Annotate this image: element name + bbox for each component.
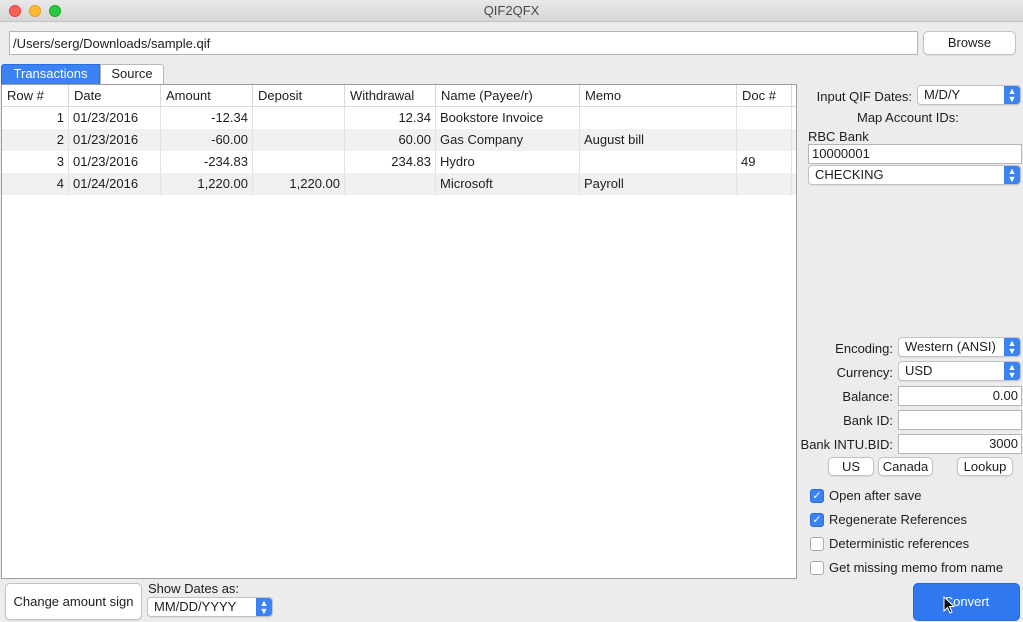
- input-dates-value: M/D/Y: [924, 87, 961, 102]
- bank-name-label: RBC Bank: [808, 129, 869, 144]
- open-after-save-checkbox[interactable]: ✓: [810, 489, 824, 503]
- window-title: QIF2QFX: [483, 3, 540, 18]
- cell-withdrawal: [345, 173, 436, 195]
- cell-row-number: 4: [2, 173, 69, 195]
- table-header: Row # Date Amount Deposit Withdrawal Nam…: [2, 85, 796, 107]
- currency-label: Currency:: [836, 365, 893, 380]
- input-dates-select[interactable]: M/D/Y ▲ ▼: [917, 85, 1021, 105]
- cell-deposit: [253, 107, 345, 129]
- encoding-label: Encoding:: [835, 341, 893, 356]
- tab-transactions[interactable]: Transactions: [1, 64, 100, 84]
- missing-memo-label: Get missing memo from name: [829, 560, 1004, 575]
- transactions-table[interactable]: Row # Date Amount Deposit Withdrawal Nam…: [1, 84, 797, 579]
- currency-select[interactable]: USD ▲ ▼: [898, 361, 1021, 381]
- column-header-doc-number[interactable]: Doc #: [737, 85, 792, 107]
- account-type-select[interactable]: CHECKING ▲ ▼: [808, 165, 1021, 185]
- cell-name: Microsoft: [436, 173, 580, 195]
- select-stepper-icon: ▲ ▼: [1004, 338, 1020, 356]
- lookup-button[interactable]: Lookup: [957, 457, 1013, 476]
- cell-withdrawal: 234.83: [345, 151, 436, 173]
- bank-id-label: Bank ID:: [843, 413, 893, 428]
- select-stepper-icon: ▲ ▼: [1004, 166, 1020, 184]
- cell-memo: August bill: [580, 129, 737, 151]
- cell-amount: -12.34: [161, 107, 253, 129]
- deterministic-references-label: Deterministic references: [829, 536, 970, 551]
- balance-label: Balance:: [842, 389, 893, 404]
- balance-field[interactable]: 0.00: [898, 386, 1022, 406]
- account-id-field[interactable]: 10000001: [808, 144, 1022, 164]
- show-dates-label: Show Dates as:: [148, 581, 240, 596]
- cell-row-number: 3: [2, 151, 69, 173]
- column-header-date[interactable]: Date: [69, 85, 161, 107]
- title-bar: QIF2QFX: [0, 0, 1023, 22]
- input-dates-label: Input QIF Dates:: [816, 89, 912, 104]
- cell-name: Gas Company: [436, 129, 580, 151]
- show-dates-select[interactable]: MM/DD/YYYY ▲ ▼: [147, 597, 273, 617]
- table-row[interactable]: 3 01/23/2016 -234.83 234.83 Hydro 49: [2, 151, 796, 173]
- column-header-amount[interactable]: Amount: [161, 85, 253, 107]
- file-path-input[interactable]: [9, 31, 918, 55]
- select-stepper-icon: ▲ ▼: [1004, 362, 1020, 380]
- tab-source[interactable]: Source: [100, 64, 164, 84]
- us-button[interactable]: US: [828, 457, 874, 476]
- select-stepper-icon: ▲ ▼: [256, 598, 272, 616]
- table-row[interactable]: 2 01/23/2016 -60.00 60.00 Gas Company Au…: [2, 129, 796, 151]
- cell-doc-number: [737, 107, 792, 129]
- bank-id-field[interactable]: [898, 410, 1022, 430]
- open-after-save-label: Open after save: [829, 488, 922, 503]
- intu-bid-field[interactable]: 3000: [898, 434, 1022, 454]
- cell-deposit: 1,220.00: [253, 173, 345, 195]
- regenerate-references-checkbox[interactable]: ✓: [810, 513, 824, 527]
- cell-deposit: [253, 151, 345, 173]
- change-amount-sign-button[interactable]: Change amount sign: [5, 583, 142, 620]
- account-type-value: CHECKING: [815, 167, 884, 182]
- mouse-pointer-icon: [943, 596, 955, 614]
- cell-memo: [580, 151, 737, 173]
- select-stepper-icon: ▲ ▼: [1004, 86, 1020, 104]
- cell-row-number: 2: [2, 129, 69, 151]
- column-header-name[interactable]: Name (Payee/r): [436, 85, 580, 107]
- cell-amount: -60.00: [161, 129, 253, 151]
- encoding-select[interactable]: Western (ANSI) ▲ ▼: [898, 337, 1021, 357]
- map-account-ids-label: Map Account IDs:: [857, 110, 959, 125]
- regenerate-references-label: Regenerate References: [829, 512, 968, 527]
- cell-doc-number: 49: [737, 151, 792, 173]
- cell-deposit: [253, 129, 345, 151]
- cell-withdrawal: 12.34: [345, 107, 436, 129]
- table-row[interactable]: 4 01/24/2016 1,220.00 1,220.00 Microsoft…: [2, 173, 796, 195]
- cell-date: 01/23/2016: [69, 107, 161, 129]
- cell-memo: [580, 107, 737, 129]
- canada-button[interactable]: Canada: [878, 457, 933, 476]
- browse-button[interactable]: Browse: [923, 31, 1016, 55]
- show-dates-value: MM/DD/YYYY: [154, 599, 237, 614]
- cell-row-number: 1: [2, 107, 69, 129]
- intu-bid-label: Bank INTU.BID:: [800, 437, 893, 452]
- cell-date: 01/23/2016: [69, 129, 161, 151]
- encoding-value: Western (ANSI): [905, 339, 996, 354]
- currency-value: USD: [905, 363, 933, 378]
- cell-amount: -234.83: [161, 151, 253, 173]
- cell-amount: 1,220.00: [161, 173, 253, 195]
- column-header-withdrawal[interactable]: Withdrawal: [345, 85, 436, 107]
- cell-memo: Payroll: [580, 173, 737, 195]
- cell-name: Bookstore Invoice: [436, 107, 580, 129]
- cell-withdrawal: 60.00: [345, 129, 436, 151]
- convert-button[interactable]: Convert: [913, 583, 1020, 621]
- cell-doc-number: [737, 173, 792, 195]
- cell-name: Hydro: [436, 151, 580, 173]
- column-header-deposit[interactable]: Deposit: [253, 85, 345, 107]
- deterministic-references-checkbox[interactable]: [810, 537, 824, 551]
- column-header-memo[interactable]: Memo: [580, 85, 737, 107]
- missing-memo-checkbox[interactable]: [810, 561, 824, 575]
- column-header-row-number[interactable]: Row #: [2, 85, 69, 107]
- cell-date: 01/24/2016: [69, 173, 161, 195]
- cell-doc-number: [737, 129, 792, 151]
- table-row[interactable]: 1 01/23/2016 -12.34 12.34 Bookstore Invo…: [2, 107, 796, 129]
- cell-date: 01/23/2016: [69, 151, 161, 173]
